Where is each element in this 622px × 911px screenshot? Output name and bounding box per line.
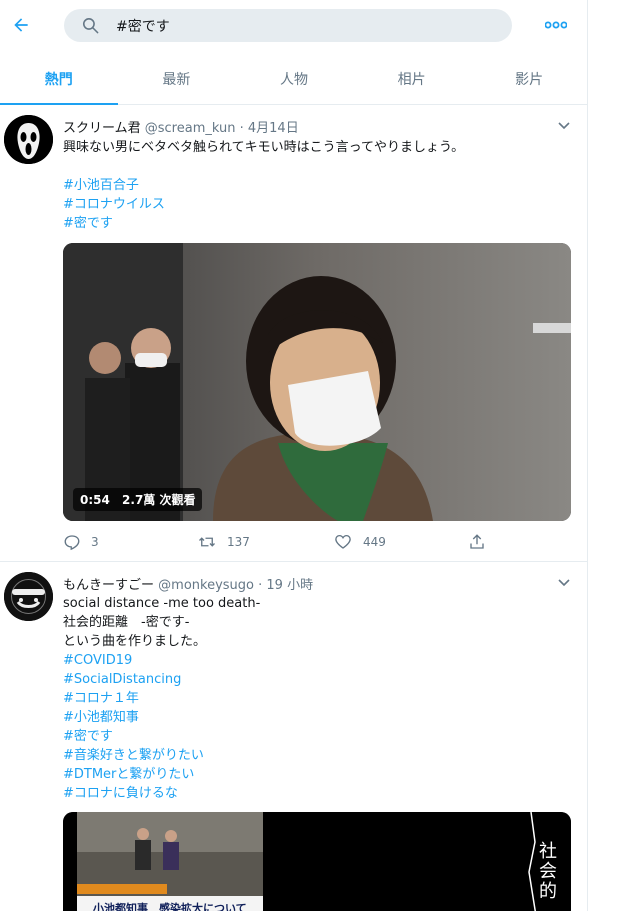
tweet-actions: 3 137 449 — [63, 531, 503, 553]
monkey-face-avatar-icon — [4, 572, 53, 621]
tab-latest[interactable]: 最新 — [118, 54, 236, 104]
hashtag[interactable]: #コロナウイルス — [63, 195, 464, 214]
hashtag[interactable]: #コロナに負けるな — [63, 784, 260, 803]
video-duration: 0:54 — [80, 493, 110, 507]
hashtag[interactable]: #小池都知事 — [63, 708, 260, 727]
hashtag[interactable]: #密です — [63, 727, 260, 746]
tweet-header: もんきーすごー @monkeysugo · 19 小時 — [63, 574, 313, 593]
share-button[interactable] — [468, 531, 496, 553]
search-header — [0, 0, 587, 54]
retweet-icon — [199, 537, 215, 547]
search-input[interactable] — [116, 9, 496, 42]
back-button[interactable] — [6, 10, 36, 40]
search-bar[interactable] — [64, 9, 512, 42]
scream-mask-avatar-icon — [4, 115, 53, 164]
reply-icon — [64, 535, 80, 551]
reply-count: 3 — [91, 535, 99, 549]
display-name[interactable]: スクリーム君 — [63, 121, 141, 136]
tweet-time[interactable]: · 19 小時 — [258, 578, 313, 593]
share-icon — [470, 534, 484, 549]
more-button[interactable] — [541, 12, 571, 38]
display-name[interactable]: もんきーすごー — [63, 578, 154, 593]
search-tabs: 熱門 最新 人物 相片 影片 — [0, 54, 587, 105]
hashtag[interactable]: #SocialDistancing — [63, 670, 260, 689]
like-button[interactable]: 449 — [333, 531, 386, 553]
like-count: 449 — [363, 535, 386, 549]
video-thumbnail — [63, 243, 571, 521]
tweet[interactable]: スクリーム君 @scream_kun · 4月14日 興味ない男にベタベタ触られ… — [0, 105, 587, 562]
avatar[interactable] — [4, 115, 53, 164]
chevron-down-icon[interactable] — [556, 574, 572, 590]
arrow-left-icon — [14, 18, 28, 32]
user-handle[interactable]: @scream_kun — [145, 121, 236, 136]
video-player[interactable]: 小池都知事 感染拡大について 社会的 — [63, 812, 571, 911]
retweet-button[interactable]: 137 — [197, 531, 250, 553]
avatar[interactable] — [4, 572, 53, 621]
tweet-text-line: という曲を作りました。 — [63, 634, 207, 649]
heart-icon — [335, 534, 351, 549]
hashtag[interactable]: #DTMerと繋がりたい — [63, 765, 260, 784]
hashtag[interactable]: #コロナ１年 — [63, 689, 260, 708]
search-icon — [82, 17, 99, 34]
video-views: 2.7萬 次觀看 — [122, 493, 196, 507]
user-handle[interactable]: @monkeysugo — [158, 578, 254, 593]
tweet-text-line: social distance -me too death- — [63, 596, 261, 611]
retweet-count: 137 — [227, 535, 250, 549]
tweet-header: スクリーム君 @scream_kun · 4月14日 — [63, 117, 299, 136]
video-side-text: 社会的 — [539, 841, 557, 902]
tab-top[interactable]: 熱門 — [0, 54, 118, 105]
hashtag[interactable]: #密です — [63, 214, 464, 233]
hashtag[interactable]: #小池百合子 — [63, 176, 464, 195]
tab-photos[interactable]: 相片 — [353, 54, 471, 104]
tweet-text-line: 社会的距離 -密です- — [63, 615, 190, 630]
tweet-text-line: 興味ない男にベタベタ触られてキモい時はこう言ってやりましょう。 — [63, 140, 465, 155]
reply-button[interactable]: 3 — [63, 531, 99, 553]
tweet[interactable]: もんきーすごー @monkeysugo · 19 小時 social dista… — [0, 562, 587, 911]
tab-videos[interactable]: 影片 — [470, 54, 587, 104]
tweet-text: social distance -me too death- 社会的距離 -密で… — [63, 594, 260, 803]
video-info-badge: 0:54 2.7萬 次觀看 — [73, 488, 203, 511]
right-sidebar-edge — [589, 0, 622, 911]
tab-people[interactable]: 人物 — [235, 54, 353, 104]
hashtag[interactable]: #音楽好きと繋がりたい — [63, 746, 260, 765]
chevron-down-icon[interactable] — [556, 117, 572, 133]
video-player[interactable]: 0:54 2.7萬 次觀看 — [63, 243, 571, 521]
tweet-text: 興味ない男にベタベタ触られてキモい時はこう言ってやりましょう。 #小池百合子 #… — [63, 138, 464, 233]
more-dots-icon — [545, 21, 567, 29]
tweet-time[interactable]: · 4月14日 — [240, 121, 299, 136]
hashtag[interactable]: #COVID19 — [63, 651, 260, 670]
video-caption: 小池都知事 感染拡大について — [93, 902, 247, 911]
timeline-column: 熱門 最新 人物 相片 影片 スクリーム君 @scream_kun · 4月14… — [0, 0, 588, 911]
video-thumbnail — [63, 812, 571, 911]
